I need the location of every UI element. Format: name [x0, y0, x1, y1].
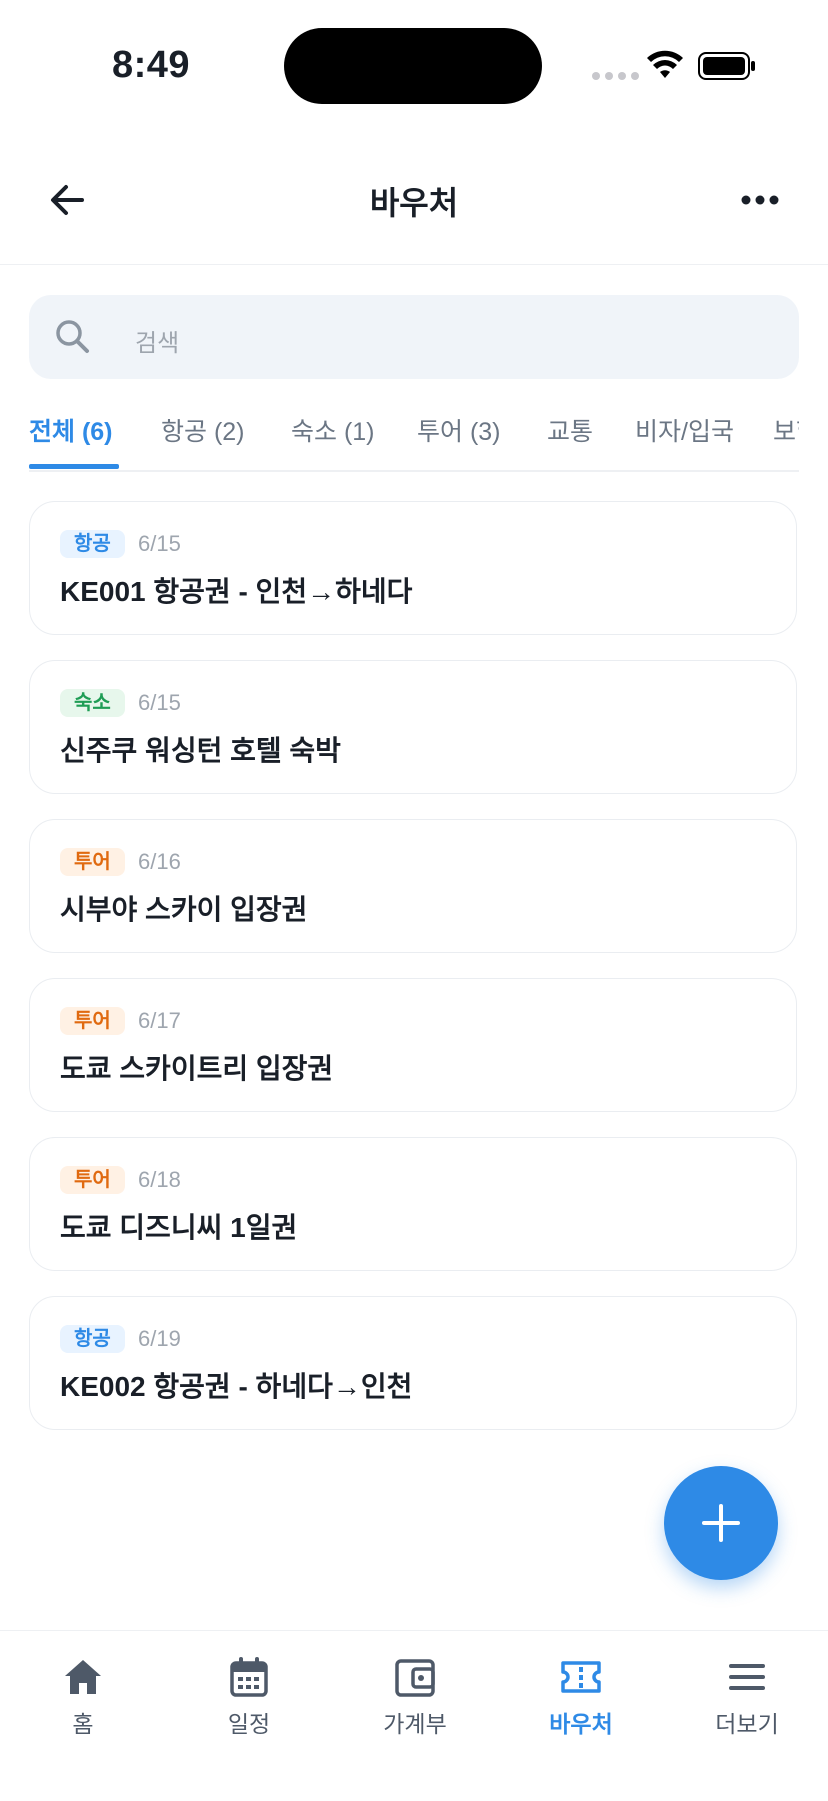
add-voucher-button[interactable]: [664, 1466, 778, 1580]
battery-icon: [698, 52, 755, 80]
nav-schedule[interactable]: 일정: [166, 1631, 332, 1761]
voucher-title: KE001 항공권 - 인천→하네다: [60, 576, 413, 607]
voucher-title: 신주쿠 워싱턴 호텔 숙박: [60, 735, 341, 766]
category-badge: 투어: [60, 848, 125, 876]
nav-voucher[interactable]: 바우처: [498, 1631, 664, 1761]
nav-home[interactable]: 홈: [0, 1631, 166, 1761]
page-title: 바우처: [369, 185, 459, 221]
nav-label: 일정: [227, 1711, 271, 1737]
voucher-title: KE002 항공권 - 하네다→인천: [60, 1371, 413, 1402]
nav-label: 바우처: [549, 1711, 613, 1737]
category-badge: 항공: [60, 1325, 125, 1353]
voucher-title: 도쿄 스카이트리 입장권: [60, 1053, 334, 1084]
home-icon: [65, 1660, 101, 1694]
category-badge: 투어: [60, 1007, 125, 1035]
tab-all[interactable]: 전체 (6): [29, 412, 113, 448]
voucher-date: 6/16: [138, 849, 181, 874]
dynamic-island: [284, 28, 542, 104]
nav-more[interactable]: 더보기: [664, 1631, 828, 1761]
status-time: 8:49: [112, 44, 191, 86]
active-tab-indicator: [29, 464, 119, 469]
voucher-card[interactable]: 항공 6/19 KE002 항공권 - 하네다→인천: [29, 1296, 797, 1430]
menu-icon: [729, 1664, 765, 1690]
plus-icon: [702, 1504, 740, 1542]
nav-label: 홈: [72, 1711, 94, 1737]
voucher-date: 6/15: [138, 690, 181, 715]
category-tabs: 전체 (6) 항공 (2) 숙소 (1) 투어 (3) 교통 비자/입국 보험: [29, 408, 799, 472]
search-icon: [56, 320, 89, 353]
voucher-card[interactable]: 숙소 6/15 신주쿠 워싱턴 호텔 숙박: [29, 660, 797, 794]
voucher-date: 6/18: [138, 1167, 181, 1192]
tab-insurance[interactable]: 보험: [773, 412, 799, 448]
calendar-icon: [230, 1657, 268, 1697]
voucher-date: 6/15: [138, 531, 181, 556]
category-badge: 숙소: [60, 689, 125, 717]
nav-label: 더보기: [715, 1711, 779, 1737]
more-options-icon[interactable]: [736, 176, 784, 224]
voucher-card[interactable]: 투어 6/18 도쿄 디즈니씨 1일권: [29, 1137, 797, 1271]
wifi-icon: [647, 50, 683, 78]
category-badge: 항공: [60, 530, 125, 558]
voucher-card[interactable]: 항공 6/15 KE001 항공권 - 인천→하네다: [29, 501, 797, 635]
tab-lodging[interactable]: 숙소 (1): [291, 412, 375, 448]
nav-label: 가계부: [383, 1711, 447, 1737]
status-bar: 8:49: [0, 0, 828, 130]
tab-transport[interactable]: 교통: [547, 412, 593, 448]
voucher-date: 6/19: [138, 1326, 181, 1351]
top-app-bar: 바우처: [0, 150, 828, 265]
bottom-navigation: 홈 일정 가계부 바우처 더보기: [0, 1630, 828, 1801]
nav-budget[interactable]: 가계부: [332, 1631, 498, 1761]
voucher-card[interactable]: 투어 6/17 도쿄 스카이트리 입장권: [29, 978, 797, 1112]
search-placeholder: 검색: [135, 330, 180, 357]
tab-visa[interactable]: 비자/입국: [635, 412, 734, 448]
voucher-card[interactable]: 투어 6/16 시부야 스카이 입장권: [29, 819, 797, 953]
tab-flight[interactable]: 항공 (2): [161, 412, 245, 448]
voucher-title: 시부야 스카이 입장권: [60, 894, 308, 925]
tab-tour[interactable]: 투어 (3): [417, 412, 501, 448]
voucher-title: 도쿄 디즈니씨 1일권: [60, 1212, 298, 1243]
category-badge: 투어: [60, 1166, 125, 1194]
cellular-signal-icon: [592, 72, 639, 80]
voucher-date: 6/17: [138, 1008, 181, 1033]
search-input[interactable]: 검색: [29, 295, 799, 379]
wallet-icon: [395, 1659, 435, 1697]
ticket-icon: [561, 1661, 601, 1693]
